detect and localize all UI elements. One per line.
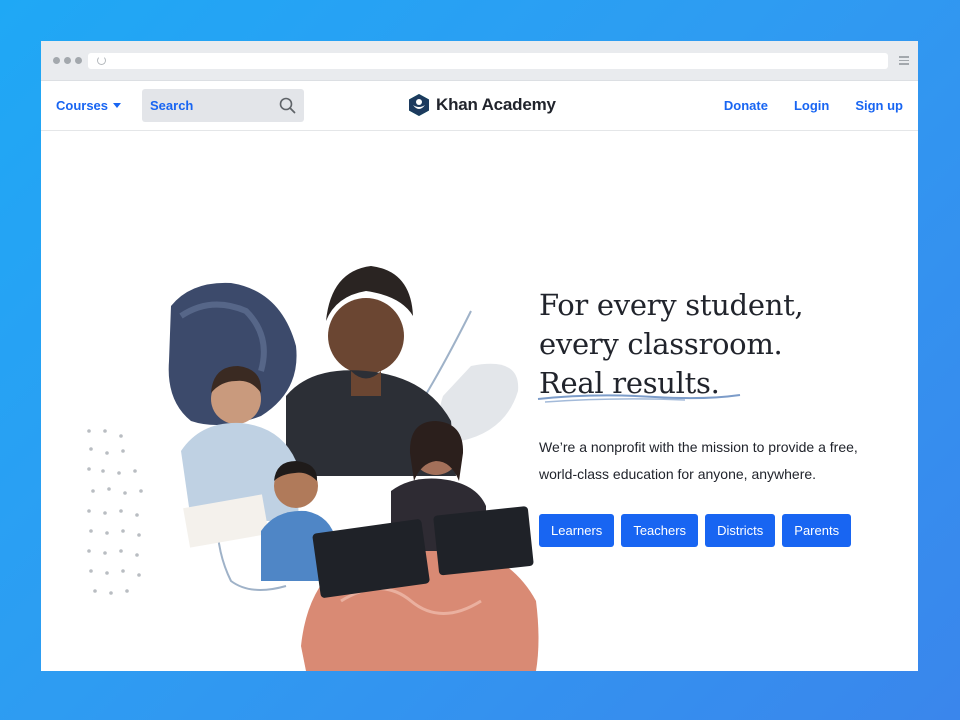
search-placeholder: Search [150, 98, 194, 113]
signup-link[interactable]: Sign up [855, 98, 903, 113]
headline-underline [537, 394, 741, 403]
logo-text: Khan Academy [436, 95, 556, 114]
browser-menu-icon[interactable] [899, 56, 909, 67]
site-logo[interactable]: Khan Academy [408, 93, 556, 117]
headline-line-2: every classroom. [539, 327, 783, 361]
hero-mission-text: We’re a nonprofit with the mission to pr… [539, 434, 899, 488]
audience-buttons: Learners Teachers Districts Parents [539, 514, 852, 547]
reload-icon[interactable] [97, 56, 106, 65]
courses-dropdown[interactable]: Courses [56, 98, 122, 113]
teachers-button[interactable]: Teachers [621, 514, 699, 547]
browser-window: Courses Search Khan Academy Donate Login… [41, 41, 918, 671]
window-dot[interactable] [75, 57, 82, 64]
mission-line-1: We’re a nonprofit with the mission to pr… [539, 439, 858, 455]
search-input[interactable]: Search [142, 89, 304, 122]
account-nav: Donate Login Sign up [724, 98, 903, 113]
browser-chrome [41, 41, 918, 81]
hero-illustration [87, 266, 539, 671]
learners-button[interactable]: Learners [539, 514, 615, 547]
window-controls [53, 57, 82, 64]
donate-link[interactable]: Donate [724, 98, 768, 113]
parents-button[interactable]: Parents [782, 514, 852, 547]
hero-headline: For every student, every classroom. Real… [539, 286, 879, 403]
mission-line-2: world-class education for anyone, anywhe… [539, 466, 817, 482]
address-bar[interactable] [88, 53, 888, 69]
chevron-down-icon [113, 103, 122, 108]
districts-button[interactable]: Districts [705, 514, 776, 547]
window-dot[interactable] [64, 57, 71, 64]
search-icon[interactable] [279, 97, 296, 114]
site-header: Courses Search Khan Academy Donate Login… [41, 81, 918, 131]
headline-line-1: For every student, [539, 288, 804, 322]
khan-academy-hexagon-icon [409, 94, 429, 116]
login-link[interactable]: Login [794, 98, 829, 113]
courses-label: Courses [56, 98, 109, 113]
window-dot[interactable] [53, 57, 60, 64]
